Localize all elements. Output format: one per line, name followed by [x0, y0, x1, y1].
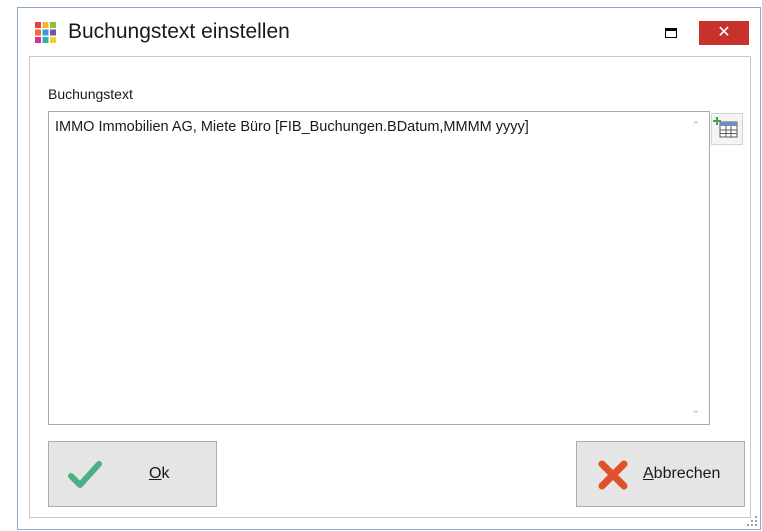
booking-text-value[interactable]: IMMO Immobilien AG, Miete Büro [FIB_Buch… [55, 119, 529, 135]
insert-field-button[interactable] [711, 113, 743, 145]
dialog-content: Buchungstext IMMO Immobilien AG, Miete B… [29, 56, 751, 518]
maximize-button[interactable] [665, 28, 677, 38]
booking-text-label: Buchungstext [48, 86, 133, 102]
checkmark-icon [68, 461, 102, 488]
ok-button[interactable]: Ok [48, 441, 217, 507]
cancel-button[interactable]: Abbrechen [576, 441, 745, 507]
table-insert-icon [713, 117, 738, 138]
window-title: Buchungstext einstellen [68, 20, 290, 43]
title-bar[interactable]: Buchungstext einstellen ✕ [18, 8, 760, 56]
resize-grip-icon[interactable] [746, 515, 758, 527]
x-icon [598, 460, 628, 490]
close-button[interactable]: ✕ [699, 21, 749, 45]
dialog-window: Buchungstext einstellen ✕ Buchungstext I… [17, 7, 761, 530]
scroll-down-icon[interactable]: ⌄ [683, 400, 709, 420]
app-grid-icon [35, 22, 56, 43]
memo-scrollbar[interactable]: ⌃ ⌄ [683, 112, 709, 424]
scroll-up-icon[interactable]: ⌃ [683, 116, 709, 136]
booking-text-memo[interactable]: IMMO Immobilien AG, Miete Büro [FIB_Buch… [48, 111, 710, 425]
ok-button-label: Ok [149, 465, 170, 482]
cancel-button-label: Abbrechen [643, 465, 721, 482]
